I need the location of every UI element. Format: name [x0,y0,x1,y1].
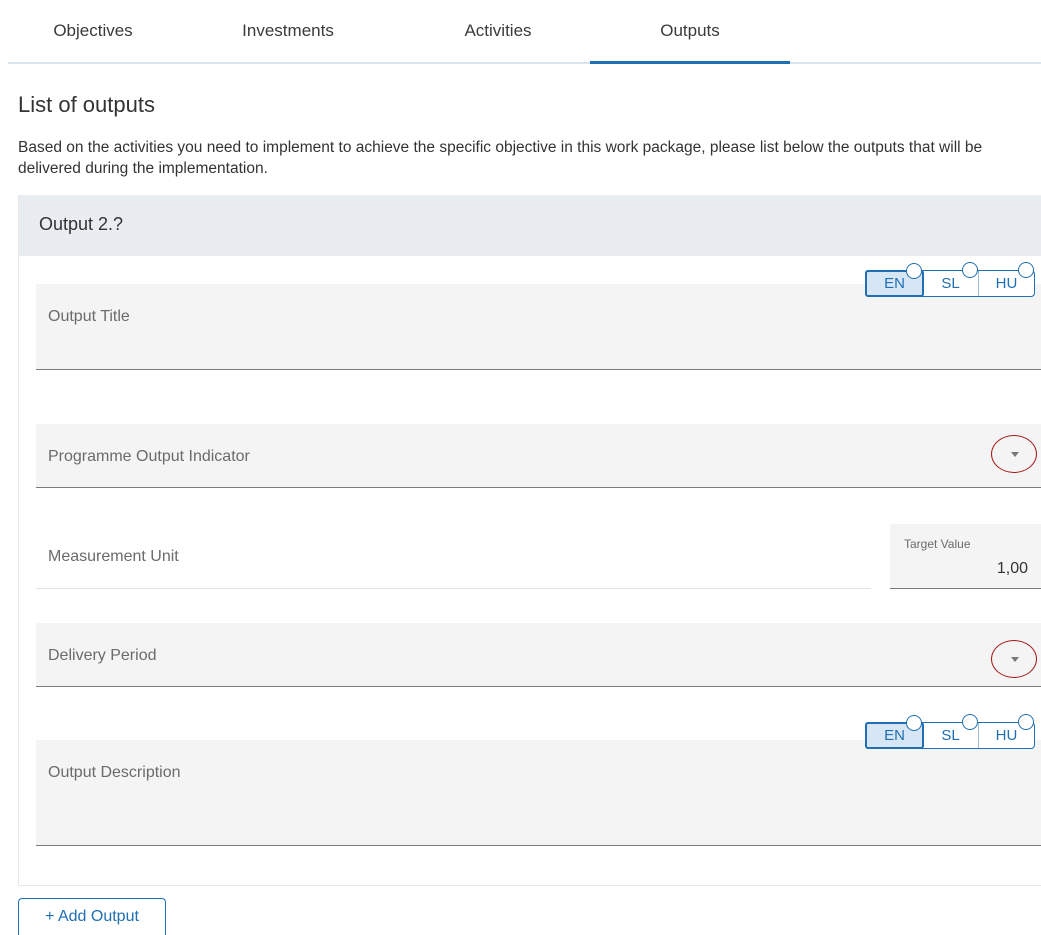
programme-output-indicator-select[interactable]: Programme Output Indicator [36,424,1041,488]
circle-icon [1018,714,1034,730]
lang-en-label: EN [884,275,905,292]
lang-sl-label: SL [941,275,960,292]
lang-sl-button[interactable]: SL [923,262,979,296]
output-title-language-switch: EN SL HU [865,262,1035,297]
circle-icon [962,714,978,730]
tab-outputs[interactable]: Outputs [590,0,790,64]
caret-down-icon [1011,657,1019,662]
lang-en-button[interactable]: EN [865,715,924,749]
target-value-label: Target Value [904,537,971,551]
section-title: List of outputs [18,92,155,117]
caret-down-icon [1011,452,1019,457]
output-description-language-switch: EN SL HU [865,714,1035,749]
lang-hu-label: HU [995,275,1018,292]
add-output-button[interactable]: + Add Output [18,898,166,935]
measurement-unit-field: Measurement Unit [36,524,871,589]
output-description-field[interactable]: Output Description [36,740,1041,846]
delivery-period-label: Delivery Period [48,647,157,664]
section-description: Based on the activities you need to impl… [18,139,983,177]
lang-hu-button[interactable]: HU [979,262,1034,296]
circle-icon [1018,262,1034,278]
circle-icon [906,715,922,731]
lang-hu-label: HU [995,727,1018,744]
output-title-label: Output Title [48,308,130,325]
output-card-title: Output 2.? [39,214,124,234]
measurement-unit-label: Measurement Unit [48,548,179,565]
tab-objectives[interactable]: Objectives [28,0,158,62]
programme-output-indicator-label: Programme Output Indicator [48,448,250,465]
target-value: 1,00 [996,560,1028,577]
circle-icon [906,263,922,279]
lang-sl-label: SL [941,727,960,744]
tab-activities[interactable]: Activities [433,0,563,62]
delivery-period-dropdown-button[interactable] [991,640,1037,678]
target-value-input[interactable]: Target Value 1,00 [890,524,1041,589]
lang-hu-button[interactable]: HU [979,714,1034,748]
output-card: Output 2.? Output Title EN SL HU Program… [18,195,1041,886]
indicator-dropdown-button[interactable] [991,435,1037,473]
tab-bar: Objectives Investments Activities Output… [8,0,1041,64]
delivery-period-select[interactable]: Delivery Period [36,623,1041,687]
lang-en-label: EN [884,727,905,744]
lang-en-button[interactable]: EN [865,263,924,297]
circle-icon [962,262,978,278]
tab-investments[interactable]: Investments [223,0,353,62]
output-description-label: Output Description [48,764,181,781]
output-card-header[interactable]: Output 2.? [19,195,1041,256]
lang-sl-button[interactable]: SL [923,714,979,748]
